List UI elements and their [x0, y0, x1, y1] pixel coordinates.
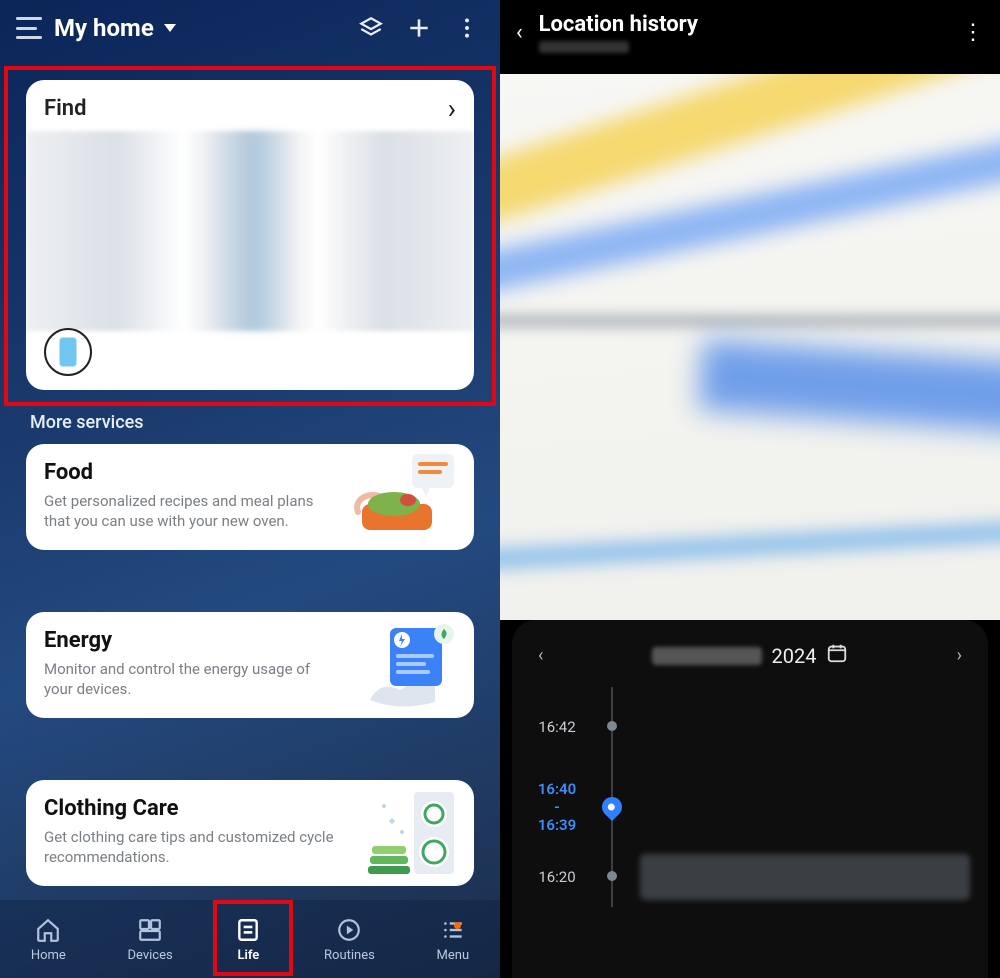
chevron-down-icon [164, 24, 176, 32]
calendar-icon [826, 642, 848, 669]
plus-icon[interactable] [406, 15, 432, 41]
service-desc: Get personalized recipes and meal plans … [44, 491, 334, 532]
home-title-text: My home [54, 14, 154, 42]
nav-life[interactable]: Life [234, 916, 262, 963]
chevron-right-icon: › [448, 92, 456, 125]
service-card-clothing[interactable]: Clothing Care Get clothing care tips and… [26, 780, 474, 886]
timeline-dot-icon [607, 721, 617, 731]
timeline-entry[interactable]: 16:20 [530, 847, 970, 907]
find-card-map-preview [26, 131, 474, 331]
food-illustration [340, 452, 460, 542]
service-title: Clothing Care [44, 796, 334, 821]
devices-icon [136, 916, 164, 944]
timeline-entry-active[interactable]: 16:40 - 16:39 [530, 767, 970, 847]
date-selector: ‹ 2024 › [530, 638, 970, 687]
nav-routines[interactable]: Routines [324, 916, 375, 963]
menu-badge-dot [454, 922, 461, 929]
timeline-panel: ‹ 2024 › 16:42 16:40 - 16:39 [512, 620, 988, 978]
timeline-time: 16:20 [530, 868, 584, 886]
map-view[interactable] [500, 74, 1000, 620]
location-history-screen: ‹ Location history ⋮ ‹ 2024 › 16:42 [500, 0, 1000, 978]
nav-label: Menu [437, 948, 470, 963]
find-device-chip[interactable] [44, 328, 92, 376]
find-card[interactable]: Find › [26, 80, 474, 390]
find-card-title: Find [44, 96, 87, 121]
next-date-icon[interactable]: › [957, 645, 962, 666]
location-header: ‹ Location history ⋮ [500, 0, 1000, 65]
date-year: 2024 [772, 644, 817, 668]
prev-date-icon[interactable]: ‹ [538, 645, 543, 666]
timeline-location-redacted [640, 854, 970, 900]
service-title: Food [44, 460, 334, 485]
menu-list-icon [439, 916, 467, 944]
service-card-food[interactable]: Food Get personalized recipes and meal p… [26, 444, 474, 550]
nav-label: Routines [324, 948, 375, 963]
timeline-entry[interactable]: 16:42 [530, 687, 970, 767]
clothing-illustration [340, 788, 460, 878]
more-icon[interactable]: ⋮ [962, 20, 984, 45]
layers-icon[interactable] [358, 15, 384, 41]
nav-devices[interactable]: Devices [127, 916, 172, 963]
app-header: My home [0, 0, 500, 50]
more-icon[interactable] [454, 15, 480, 41]
timeline-pin-icon [598, 793, 626, 821]
service-title: Energy [44, 628, 334, 653]
date-redacted [652, 647, 762, 665]
timeline-time-range: 16:40 - 16:39 [530, 780, 584, 834]
timeline-time: 16:42 [530, 718, 584, 736]
home-selector[interactable]: My home [54, 14, 176, 42]
date-display[interactable]: 2024 [652, 642, 849, 669]
nav-label: Home [31, 948, 66, 963]
service-desc: Monitor and control the energy usage of … [44, 659, 334, 700]
bottom-nav: Home Devices Life Routines Menu [0, 900, 500, 978]
life-icon [234, 916, 262, 944]
timeline-dot-icon [607, 871, 617, 881]
nav-home[interactable]: Home [31, 916, 66, 963]
nav-label: Devices [127, 948, 172, 963]
smartthings-life-screen: My home Find › More services Food [0, 0, 500, 978]
service-desc: Get clothing care tips and customized cy… [44, 827, 334, 868]
back-icon[interactable]: ‹ [516, 20, 523, 45]
page-subtitle-redacted [539, 41, 629, 53]
page-title: Location history [539, 12, 698, 37]
home-menu-icon[interactable] [16, 17, 42, 39]
nav-menu[interactable]: Menu [437, 916, 470, 963]
nav-label: Life [237, 948, 259, 963]
home-icon [34, 916, 62, 944]
energy-illustration [340, 620, 460, 710]
routines-icon [335, 916, 363, 944]
service-card-energy[interactable]: Energy Monitor and control the energy us… [26, 612, 474, 718]
more-services-header: More services [30, 412, 144, 433]
phone-icon [59, 337, 77, 367]
